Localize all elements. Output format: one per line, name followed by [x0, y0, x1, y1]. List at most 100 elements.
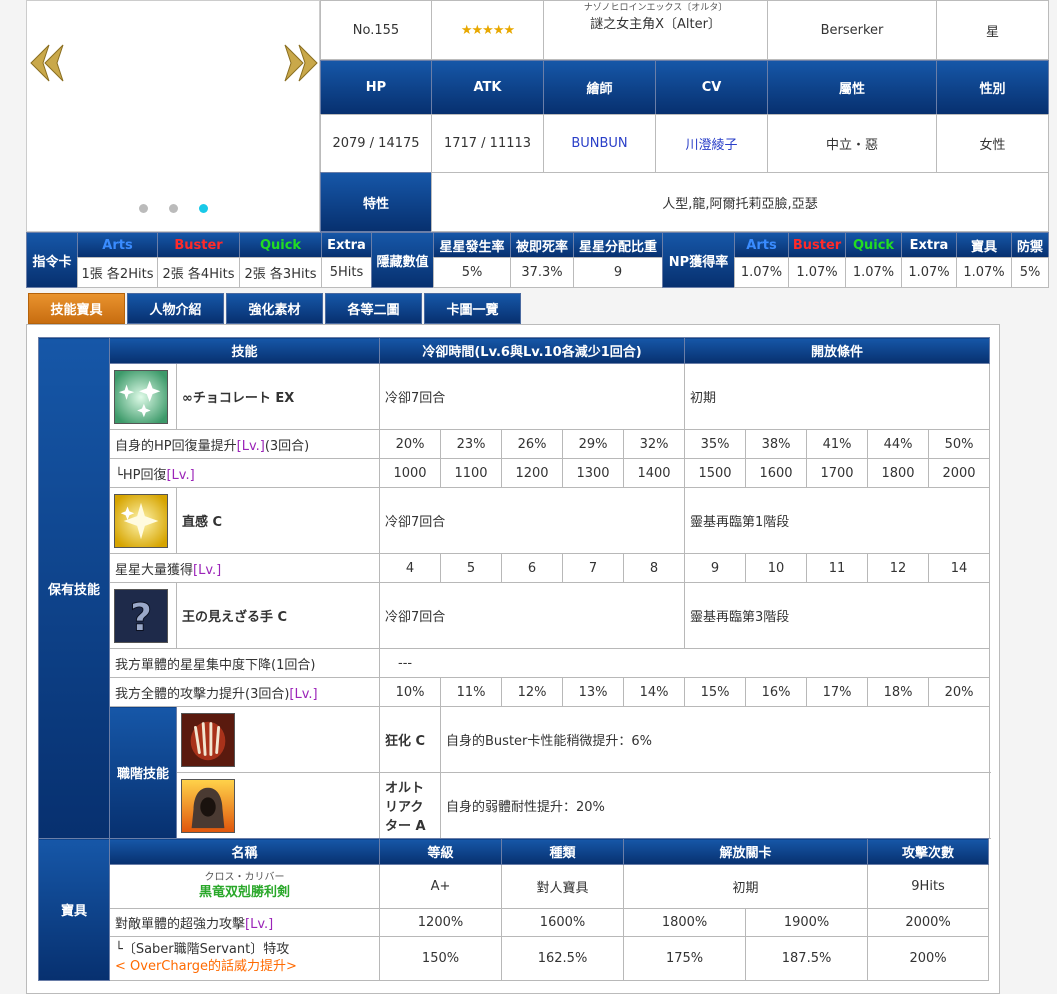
servant-image-panel — [26, 0, 320, 232]
class-skill-1-name: 狂化 C — [379, 706, 442, 773]
carousel-dot-1[interactable] — [139, 204, 148, 213]
death-rate-value: 37.3% — [510, 257, 574, 288]
skill-1-effect-2-lv1: 1000 — [379, 458, 442, 488]
skill-1-effect-2-lv4: 1300 — [562, 458, 625, 488]
star-weight-header: 星星分配比重 — [573, 232, 663, 258]
atk-header: ATK — [431, 60, 544, 115]
skill-2-effect-1-lv5: 8 — [623, 553, 686, 583]
extra-card-value: 5Hits — [321, 257, 372, 288]
np-type: 對人寶具 — [501, 864, 625, 909]
illustrator-link[interactable]: BUNBUN — [543, 114, 656, 173]
attribute-header: 屬性 — [767, 60, 937, 115]
arts-card-header: Arts — [77, 232, 158, 258]
prev-arrow-icon[interactable] — [23, 41, 67, 85]
atk-value: 1717 / 11113 — [431, 114, 544, 173]
skill-2-effect-1-lv2: 5 — [440, 553, 503, 583]
skill-1-icon-cell — [109, 363, 177, 430]
hp-header: HP — [320, 60, 432, 115]
tab-stage-art[interactable]: 各等二圖 — [325, 293, 422, 324]
np-extra-header: Extra — [901, 232, 957, 258]
skill-3-effect-2-lv5: 14% — [623, 677, 686, 707]
np-effect-1-lv2: 1600% — [501, 908, 625, 937]
star-gen-header: 星星發生率 — [433, 232, 511, 258]
skill-2-effect-1-lv9: 12 — [867, 553, 930, 583]
servant-name-ruby: ナゾノヒロインエックス〔オルタ〕 — [583, 3, 728, 13]
star-weight-value: 9 — [573, 257, 663, 288]
skill-1-effect-1-lv7: 38% — [745, 429, 808, 459]
tab-profile[interactable]: 人物介紹 — [127, 293, 224, 324]
tab-materials[interactable]: 強化素材 — [226, 293, 323, 324]
skill-2-unlock: 靈基再臨第1階段 — [684, 487, 991, 554]
noble-phantasm-table: 寶具 名稱 等級 種類 解放關卡 攻擊次數 クロス・カリバー 黒竜双剋勝利剣 A… — [38, 838, 990, 981]
skill-2-name: 直感 C — [175, 487, 381, 554]
np-defense-value: 5% — [1011, 257, 1049, 288]
skill-1-effect-1-lv9: 44% — [867, 429, 930, 459]
skill-1-effect-2: └HP回復[Lv.] — [108, 458, 381, 488]
np-name-header: 名稱 — [109, 838, 380, 865]
np-rank-header: 等級 — [378, 838, 503, 865]
extra-card-header: Extra — [321, 232, 372, 258]
np-np-header: 寶具 — [956, 232, 1012, 258]
skill-1-effect-1: 自身的HP回復量提升[Lv.](3回合) — [108, 429, 381, 459]
skill-1-effect-1-lv1: 20% — [379, 429, 442, 459]
level-tag: [Lv.] — [193, 562, 222, 578]
illustrator-header: 繪師 — [543, 60, 656, 115]
np-rank: A+ — [378, 864, 503, 909]
class-skill-1-desc: 自身的Buster卡性能稍微提升：6% — [440, 706, 991, 773]
gender-header: 性別 — [936, 60, 1049, 115]
skill-3-effect-1: 我方單體的星星集中度下降(1回合) — [108, 648, 381, 678]
np-effect-1: 對敵單體的超強力攻擊[Lv.] — [109, 908, 380, 937]
skill-1-effect-1-lv5: 32% — [623, 429, 686, 459]
hooded-figure-icon — [181, 778, 235, 833]
sparkle-chocolate-icon — [114, 369, 168, 424]
np-quick-header: Quick — [845, 232, 902, 258]
skill-3-cooldown: 冷卻7回合 — [379, 582, 686, 649]
class-skill-2-desc: 自身的弱體耐性提升：20% — [440, 772, 991, 839]
class-skill-1-icon-cell — [175, 706, 381, 773]
skill-3-effect-1-value: --- — [379, 648, 991, 678]
skill-2-effect-1-lv8: 11 — [806, 553, 869, 583]
attribute-value: 中立・惡 — [767, 114, 937, 173]
np-defense-header: 防禦 — [1011, 232, 1049, 258]
skill-2-effect-1-lv3: 6 — [501, 553, 564, 583]
tab-card-art[interactable]: 卡圖一覽 — [424, 293, 521, 324]
np-hits-header: 攻擊次數 — [867, 838, 990, 865]
skill-2-effect-1: 星星大量獲得[Lv.] — [108, 553, 381, 583]
np-name: 黒竜双剋勝利剣 — [198, 884, 290, 900]
np-effect-2-oc4: 187.5% — [745, 936, 869, 981]
level-tag: [Lv.] — [245, 917, 274, 932]
question-mark-icon: ? — [114, 588, 168, 643]
np-name-cell: クロス・カリバー 黒竜双剋勝利剣 — [109, 864, 380, 909]
level-tag: [Lv.] — [289, 686, 318, 702]
star-gen-value: 5% — [433, 257, 511, 288]
cv-link[interactable]: 川澄綾子 — [655, 114, 768, 173]
tab-skills-np[interactable]: 技能寶具 — [28, 293, 125, 324]
traits-value: 人型,龍,阿爾托莉亞臉,亞瑟 — [431, 172, 1049, 232]
np-overcharge-note: < OverCharge的話威力提升> — [115, 958, 297, 974]
quick-card-value: 2張 各3Hits — [239, 257, 322, 288]
skill-3-effect-2-lv2: 11% — [440, 677, 503, 707]
carousel-dot-3[interactable] — [199, 204, 208, 213]
skill-1-effect-1-lv10: 50% — [928, 429, 991, 459]
skill-1-effect-2-lv5: 1400 — [623, 458, 686, 488]
skill-3-effect-2-lv6: 15% — [684, 677, 747, 707]
servant-name: 謎之女主角X〔Alter〕 — [590, 17, 721, 32]
np-effect-1-lv3: 1800% — [623, 908, 747, 937]
class-skill-2-icon-cell — [175, 772, 381, 839]
skill-1-name: ∞チョコレート EX — [175, 363, 381, 430]
np-ruby: クロス・カリバー — [204, 872, 285, 884]
next-arrow-icon[interactable] — [281, 41, 325, 85]
np-effect-2-oc3: 175% — [623, 936, 747, 981]
np-quick-value: 1.07% — [845, 257, 902, 288]
np-unlock-header: 解放關卡 — [623, 838, 869, 865]
skill-header: 技能 — [108, 337, 381, 364]
skill-1-effect-2-lv6: 1500 — [684, 458, 747, 488]
skill-2-cooldown: 冷卻7回合 — [379, 487, 686, 554]
skill-1-effect-1-lv2: 23% — [440, 429, 503, 459]
skill-3-effect-2: 我方全體的攻擊力提升(3回合)[Lv.] — [108, 677, 381, 707]
owned-skills-label: 保有技能 — [38, 337, 110, 839]
skill-3-effect-2-lv8: 17% — [806, 677, 869, 707]
carousel-dot-2[interactable] — [169, 204, 178, 213]
np-effect-2: └〔Saber職階Servant〕特攻 < OverCharge的話威力提升> — [109, 936, 380, 981]
skill-1-effect-2-lv7: 1600 — [745, 458, 808, 488]
